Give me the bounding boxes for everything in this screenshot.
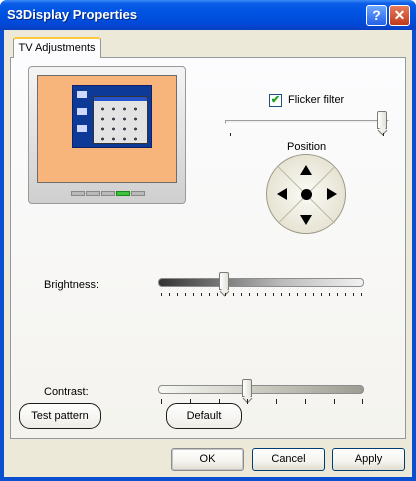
tick [353, 293, 354, 296]
dialog-window: S3Display Properties ? ✕ TV Adjustments [0, 0, 416, 481]
tick [161, 399, 162, 404]
tick [362, 399, 363, 404]
help-button[interactable]: ? [366, 5, 387, 26]
monitor-button [71, 191, 85, 196]
apply-button[interactable]: Apply [332, 448, 405, 471]
tick [313, 293, 314, 296]
title-bar[interactable]: S3Display Properties ? ✕ [0, 0, 416, 30]
tick [217, 293, 218, 296]
arrow-right-icon[interactable] [327, 188, 337, 200]
tick [247, 399, 248, 404]
contrast-slider-thumb[interactable] [242, 379, 252, 397]
icon-grid [97, 104, 145, 142]
tick [257, 293, 258, 296]
tick [361, 293, 362, 296]
tick [233, 293, 234, 296]
arrow-down-icon[interactable] [300, 215, 312, 225]
tick [305, 399, 306, 404]
brightness-slider-track[interactable] [158, 278, 364, 287]
tick [230, 133, 231, 136]
tick [281, 293, 282, 296]
desktop-icon [77, 108, 87, 115]
tick [225, 293, 226, 296]
position-label: Position [287, 141, 327, 153]
tab-panel: ✔ Flicker filter Position Brightness: Co… [10, 57, 406, 439]
tick [337, 293, 338, 296]
desktop-icon [77, 91, 87, 98]
tick [297, 293, 298, 296]
brightness-ticks [161, 293, 363, 297]
flicker-filter-slider-thumb[interactable] [377, 111, 387, 129]
tick [289, 293, 290, 296]
tick [201, 293, 202, 296]
tick [329, 293, 330, 296]
monitor-buttons [71, 191, 147, 196]
ok-button[interactable]: OK [171, 448, 244, 471]
tick [265, 293, 266, 296]
desktop-thumbnail [72, 85, 152, 148]
window-title: S3Display Properties [7, 7, 138, 22]
flicker-filter-ticks [225, 133, 389, 137]
brightness-label: Brightness: [44, 279, 100, 291]
test-pattern-button[interactable]: Test pattern [19, 403, 101, 429]
window-thumbnail [93, 96, 148, 144]
tick [177, 293, 178, 296]
tick [241, 293, 242, 296]
tab-tv-adjustments[interactable]: TV Adjustments [13, 37, 101, 58]
arrow-left-icon[interactable] [277, 188, 287, 200]
tick [193, 293, 194, 296]
center-dot-icon[interactable] [301, 189, 312, 200]
arrow-up-icon[interactable] [300, 165, 312, 175]
monitor-button [86, 191, 100, 196]
tick [276, 399, 277, 404]
desktop-icon [77, 125, 87, 132]
power-led-icon [116, 191, 130, 196]
monitor-preview-image [28, 66, 186, 204]
position-pad [266, 154, 346, 234]
tick [249, 293, 250, 296]
brightness-slider-thumb[interactable] [219, 272, 229, 290]
tick [321, 293, 322, 296]
tick [273, 293, 274, 296]
tick [161, 293, 162, 296]
contrast-label: Contrast: [44, 386, 89, 398]
tick [334, 399, 335, 404]
tick [305, 293, 306, 296]
contrast-slider-track[interactable] [158, 385, 364, 394]
default-button[interactable]: Default [166, 403, 242, 429]
tick [345, 293, 346, 296]
flicker-filter-slider-track[interactable] [225, 120, 389, 124]
monitor-button [131, 191, 145, 196]
flicker-filter-checkbox[interactable]: ✔ [269, 94, 282, 107]
tick [185, 293, 186, 296]
tick [209, 293, 210, 296]
flicker-filter-label: Flicker filter [288, 94, 345, 106]
tick [169, 293, 170, 296]
dialog-client: TV Adjustments ✔ Flicker filter Position… [4, 30, 412, 477]
cancel-button[interactable]: Cancel [252, 448, 325, 471]
tick [383, 133, 384, 136]
close-button[interactable]: ✕ [389, 5, 410, 26]
monitor-button [101, 191, 115, 196]
monitor-screen [37, 75, 177, 183]
